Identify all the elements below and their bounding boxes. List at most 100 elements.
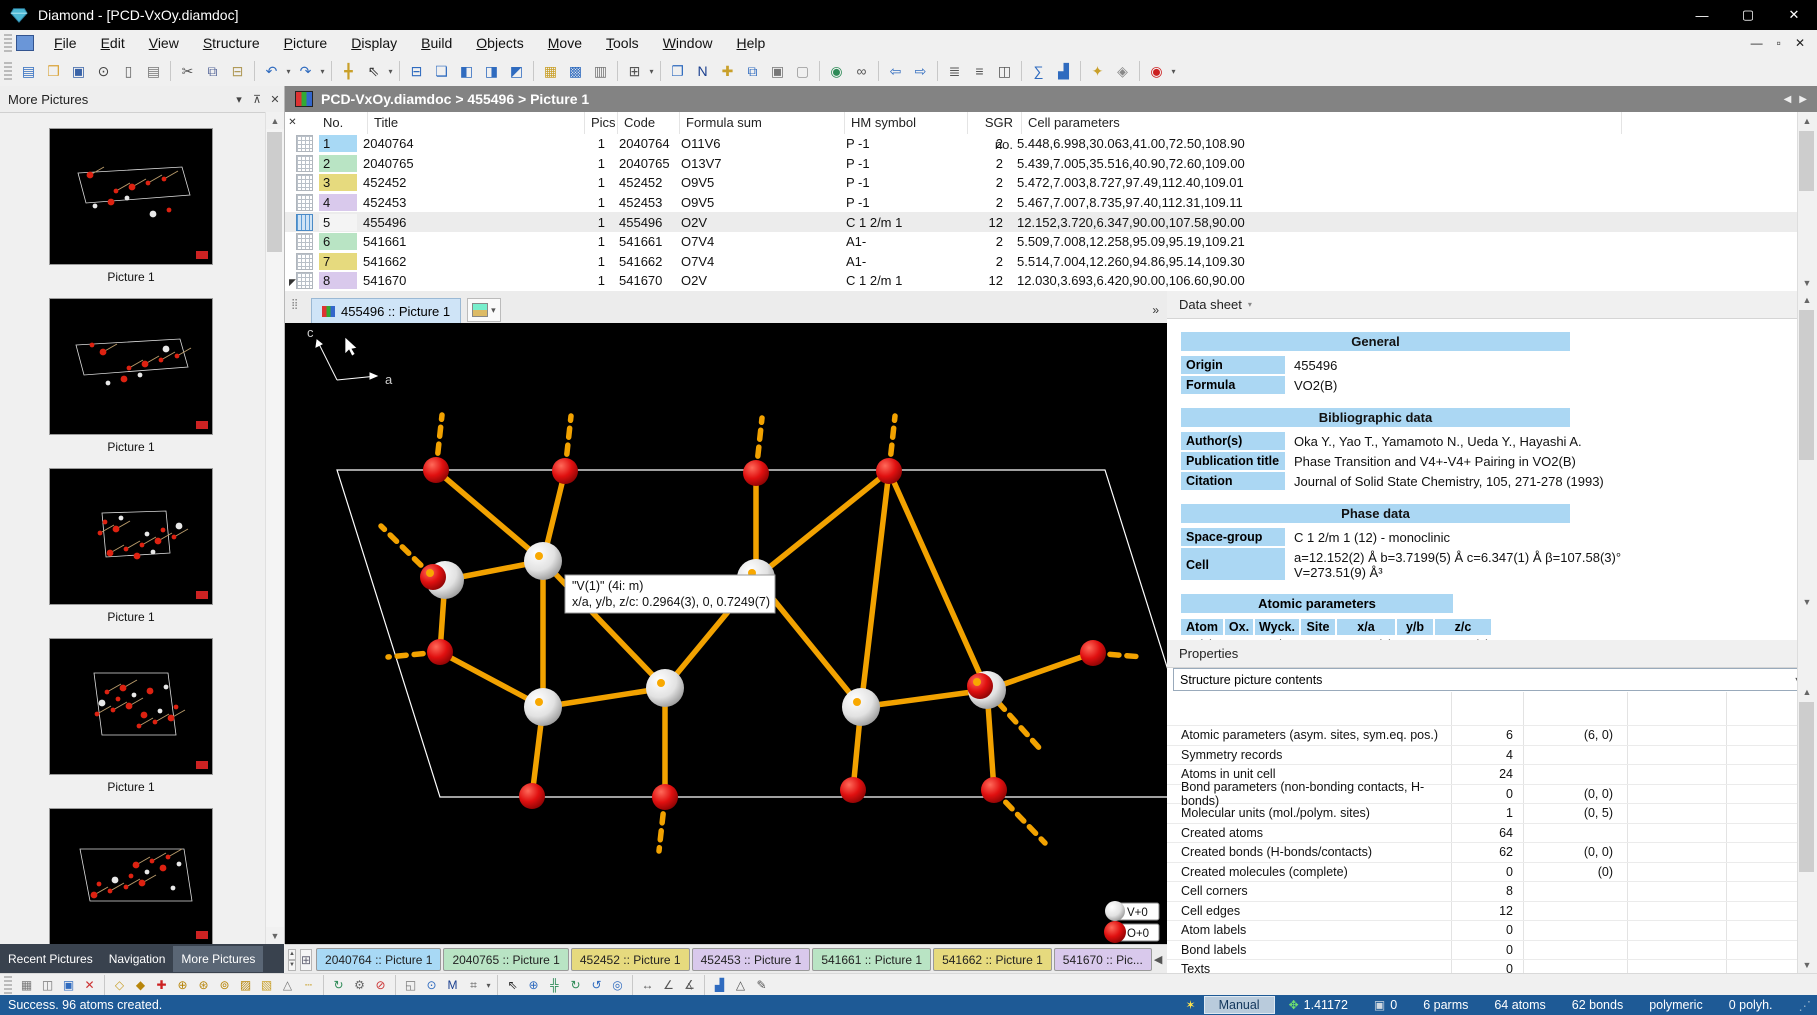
picture-style-button[interactable]: ▾ (467, 298, 501, 322)
find-icon[interactable]: ⊙ (91, 59, 116, 84)
menu-structure[interactable]: Structure (191, 32, 272, 54)
menu-move[interactable]: Move (536, 32, 594, 54)
column-header-formula[interactable]: Formula sum (680, 112, 845, 134)
list-simple-icon[interactable]: ≣ (942, 59, 967, 84)
column-header-hm[interactable]: HM symbol (845, 112, 968, 134)
scroll-up-icon[interactable]: ▲ (1798, 683, 1816, 700)
table-row[interactable]: 85416701541670O2VC 1 2/m 11212.030,3.693… (285, 271, 1797, 291)
menu-window[interactable]: Window (651, 32, 725, 54)
open-folder-icon[interactable]: ❒ (41, 59, 66, 84)
print-icon[interactable]: ▤ (141, 59, 166, 84)
picture-list-icon[interactable]: ◫ (37, 975, 58, 996)
cascade-windows-icon[interactable]: ❏ (429, 59, 454, 84)
window-minimize-button[interactable]: — (1679, 0, 1725, 30)
panel-menu-icon[interactable]: ▾ (230, 93, 248, 106)
discard-picture-icon[interactable]: ▢ (790, 59, 815, 84)
toolbar-grip[interactable] (4, 976, 12, 994)
zoom-tool-icon[interactable]: ◎ (607, 975, 628, 996)
resize-grip-icon[interactable]: ⋰ (1799, 998, 1812, 1013)
packing-icon[interactable]: ▧ (256, 975, 277, 996)
diagram-icon[interactable]: ▟ (709, 975, 730, 996)
columns-icon[interactable]: ◫ (992, 59, 1017, 84)
link-icon[interactable]: ∞ (849, 59, 874, 84)
thumbnail-picture[interactable]: Picture 1 (49, 638, 213, 794)
menu-display[interactable]: Display (339, 32, 409, 54)
globe-edit-icon[interactable]: ◉ (824, 59, 849, 84)
scrollbar-thumb[interactable] (267, 132, 282, 252)
settings-icon[interactable]: ⚙ (349, 975, 370, 996)
column-header-title[interactable]: Title (368, 112, 585, 134)
forward-icon[interactable]: ⇨ (908, 59, 933, 84)
scroll-up-icon[interactable]: ▲ (1798, 291, 1816, 308)
measure-distance-icon[interactable]: ↔ (637, 975, 658, 996)
panel-tab-navigation[interactable]: Navigation (101, 946, 174, 972)
picture-tab[interactable]: 452452 :: Picture 1 (571, 948, 690, 971)
window-maximize-button[interactable]: ▢ (1725, 0, 1771, 30)
datasheet-menu-icon[interactable]: ▾ (1248, 300, 1252, 309)
fill-cell-icon[interactable]: ▨ (235, 975, 256, 996)
clear-icon[interactable]: ⊘ (370, 975, 391, 996)
list-detail-icon[interactable]: ≡ (967, 59, 992, 84)
table-grid-icon[interactable]: ⊞ (622, 59, 647, 84)
atom-red-icon-dropdown[interactable]: ▾ (1169, 67, 1178, 76)
breadcrumb-back-icon[interactable]: ◀ (1784, 94, 1792, 105)
tab-overflow-button[interactable]: » (1152, 303, 1159, 317)
window-close-button[interactable]: ✕ (1771, 0, 1817, 30)
pointer-icon[interactable]: ⇖ (502, 975, 523, 996)
panel-tab-more-pictures[interactable]: More Pictures (173, 946, 263, 972)
add-atom-icon[interactable]: ✚ (151, 975, 172, 996)
frame-icon-dropdown[interactable]: ▾ (484, 981, 493, 990)
pin-icon[interactable]: ⊼ (248, 93, 266, 106)
new-document-icon[interactable]: ▤ (16, 59, 41, 84)
mdi-close-button[interactable]: ✕ (1795, 36, 1805, 50)
picture-tab[interactable]: 2040765 :: Picture 1 (443, 948, 568, 971)
paste-icon[interactable]: ⊟ (225, 59, 250, 84)
navigation-window-icon[interactable]: ◨ (479, 59, 504, 84)
mdi-minimize-button[interactable]: — (1751, 36, 1763, 50)
active-picture-tab[interactable]: 455496 :: Picture 1 (311, 298, 461, 323)
scroll-down-icon[interactable]: ▼ (1798, 956, 1816, 973)
thumbnails-scrollbar[interactable]: ▲ ▼ (265, 112, 284, 944)
connectivity-icon[interactable]: ⊛ (193, 975, 214, 996)
h-bonds-icon[interactable]: ┄ (298, 975, 319, 996)
column-header-pics[interactable]: Pics (585, 112, 618, 134)
destroy-picture-icon[interactable]: ✕ (79, 975, 100, 996)
letter-m-icon[interactable]: M (442, 975, 463, 996)
back-icon[interactable]: ⇦ (883, 59, 908, 84)
picture-tab[interactable]: 541661 :: Picture 1 (812, 948, 931, 971)
zoom-in-icon[interactable]: ⊕ (523, 975, 544, 996)
atom-red-icon[interactable]: ◉ (1144, 59, 1169, 84)
lock-icon[interactable]: ◈ (1110, 59, 1135, 84)
undo-icon[interactable]: ↶ (259, 59, 284, 84)
table-pane-icon[interactable]: ▦ (538, 59, 563, 84)
redo-icon[interactable]: ↷ (293, 59, 318, 84)
undo-icon-dropdown[interactable]: ▾ (284, 67, 293, 76)
viewport-icon[interactable]: ◱ (400, 975, 421, 996)
column-header-code[interactable]: Code (618, 112, 680, 134)
properties-selector[interactable]: Structure picture contents ▼ (1173, 668, 1807, 691)
mode-indicator[interactable]: Manual (1204, 996, 1275, 1014)
rotate-view-icon[interactable]: ↻ (565, 975, 586, 996)
cut-icon[interactable]: ✂ (175, 59, 200, 84)
add-picture-icon[interactable]: ✚ (715, 59, 740, 84)
toolbar-grip[interactable] (4, 62, 12, 80)
table-row[interactable]: 1204076412040764O11V6P -125.448,6.998,30… (285, 134, 1797, 154)
center-view-icon[interactable]: ⊙ (421, 975, 442, 996)
table-row[interactable]: 75416621541662O7V4A1-25.514,7.004,12.260… (285, 252, 1797, 272)
table-close-icon[interactable]: ✕ (286, 116, 299, 129)
measure-torsion-icon[interactable]: ∡ (679, 975, 700, 996)
picture-tab[interactable]: 452453 :: Picture 1 (692, 948, 811, 971)
new-picture-icon[interactable]: ▣ (58, 975, 79, 996)
scrollbar-thumb[interactable] (1799, 131, 1814, 191)
tabs-left-icon[interactable]: ◀ (1154, 953, 1162, 966)
table-grid-icon-dropdown[interactable]: ▾ (647, 67, 656, 76)
scroll-down-icon[interactable]: ▼ (266, 927, 284, 944)
select-pointer-icon-dropdown[interactable]: ▾ (386, 67, 395, 76)
thumbnail-picture[interactable]: Picture 1 (49, 298, 213, 454)
table-collapse-icon[interactable]: ◤ (286, 276, 299, 289)
table-scrollbar[interactable]: ▲ ▼ (1797, 112, 1817, 291)
draw-icon[interactable]: ✎ (751, 975, 772, 996)
breadcrumb-forward-icon[interactable]: ▶ (1799, 94, 1807, 105)
tab-spinner[interactable]: ▲▼ (288, 949, 296, 971)
menu-picture[interactable]: Picture (272, 32, 340, 54)
